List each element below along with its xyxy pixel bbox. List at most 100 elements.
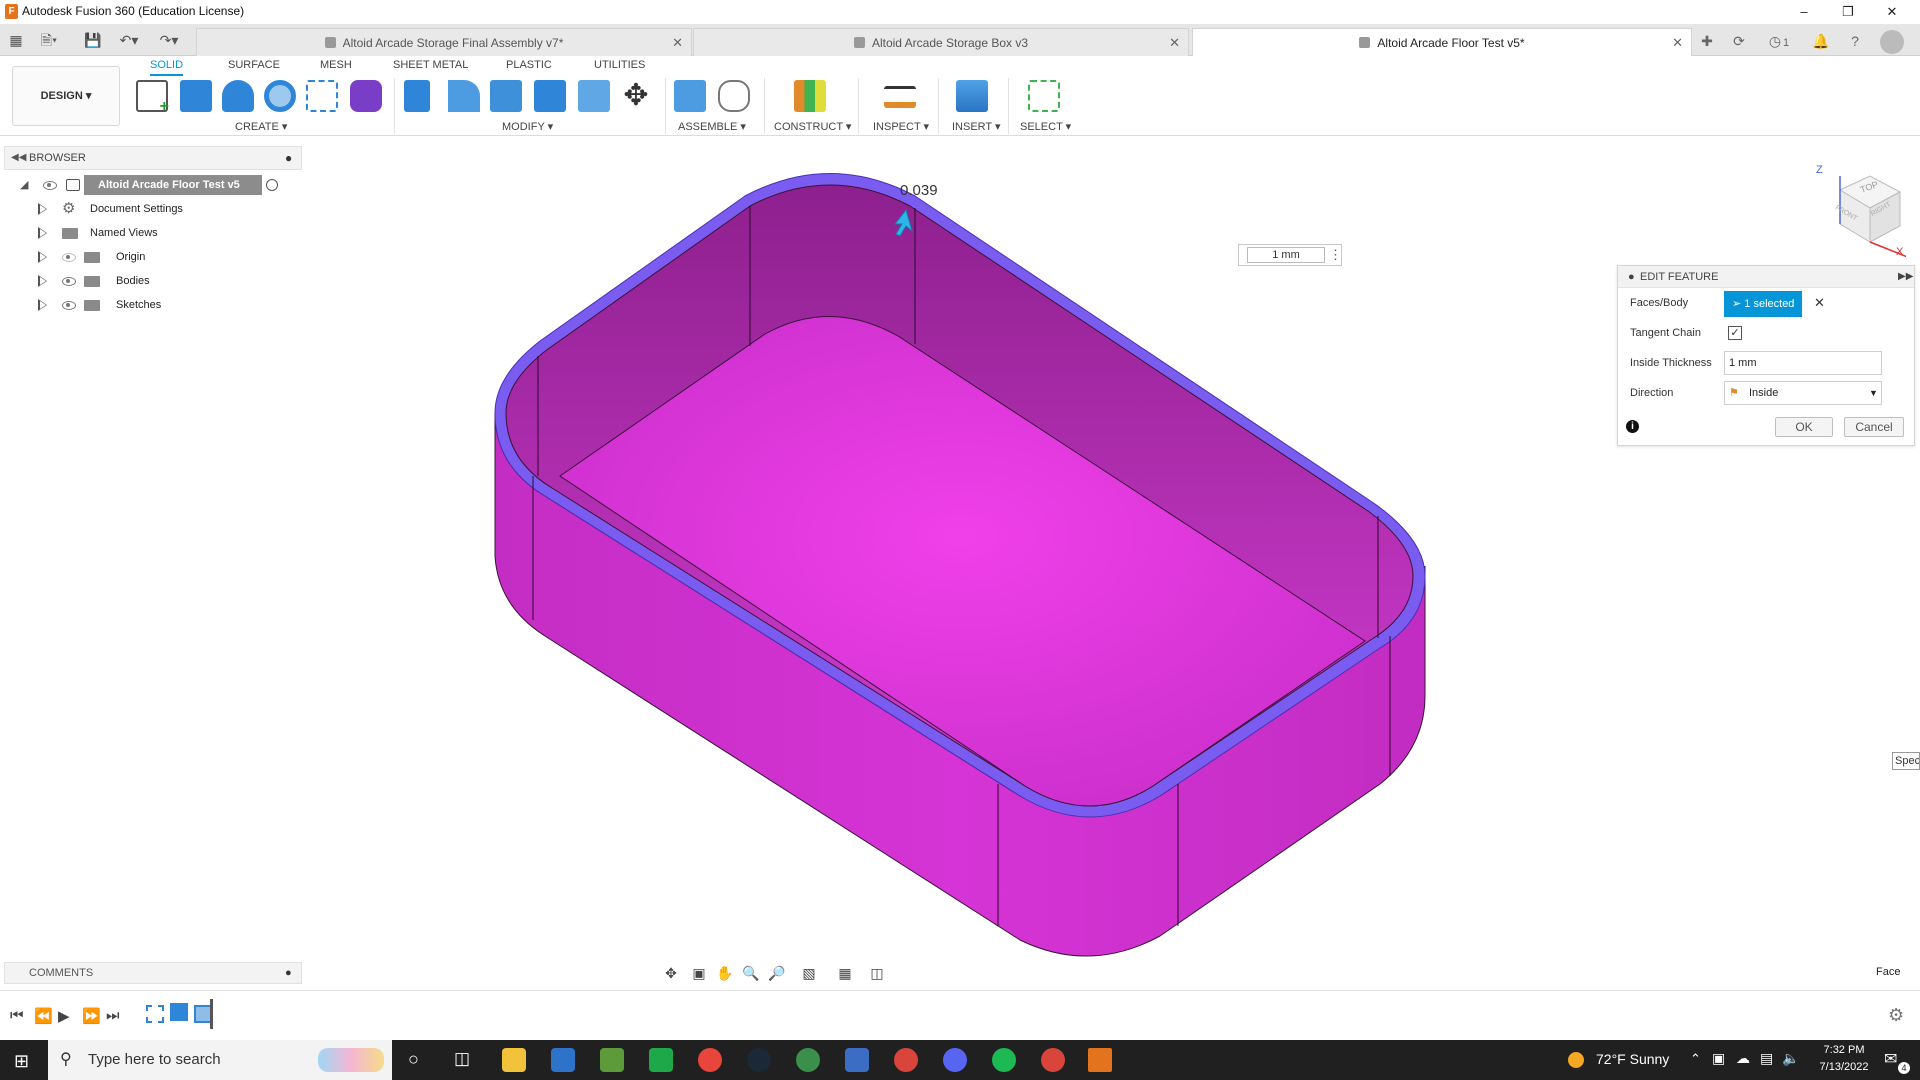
- tab-surface[interactable]: SURFACE: [228, 59, 280, 71]
- tab-plastic[interactable]: PLASTIC: [506, 59, 552, 71]
- close-tab-icon[interactable]: ✕: [1672, 29, 1683, 57]
- close-tab-icon[interactable]: ✕: [1169, 29, 1180, 57]
- microsoft-store-icon[interactable]: [551, 1048, 575, 1072]
- fillet-icon[interactable]: [448, 80, 480, 112]
- windows-start-icon[interactable]: ⊞: [14, 1052, 32, 1070]
- group-select[interactable]: SELECT ▾: [1020, 120, 1071, 133]
- timeline-extrude-icon[interactable]: [170, 1003, 188, 1021]
- undo-icon[interactable]: ↶▾: [118, 30, 140, 50]
- viewports-icon[interactable]: ◫: [866, 962, 888, 984]
- go-to-end-icon[interactable]: ⏭: [106, 1007, 120, 1024]
- create-sketch-icon[interactable]: +: [136, 80, 169, 115]
- cortana-icon[interactable]: ○: [408, 1049, 419, 1070]
- timeline-marker[interactable]: [210, 999, 213, 1029]
- group-construct[interactable]: CONSTRUCT ▾: [774, 120, 851, 133]
- tray-chevron-icon[interactable]: ⌃: [1690, 1051, 1701, 1067]
- user-avatar[interactable]: [1880, 30, 1904, 54]
- taskbar-search-box[interactable]: ⚲ Type here to search: [48, 1040, 392, 1080]
- clock-date[interactable]: 7/13/2022: [1810, 1061, 1878, 1073]
- group-inspect[interactable]: INSPECT ▾: [873, 120, 929, 133]
- tab-solid[interactable]: SOLID: [150, 59, 184, 76]
- minimize-button[interactable]: –: [1792, 2, 1816, 22]
- network-icon[interactable]: ▤: [1760, 1050, 1773, 1067]
- help-icon[interactable]: ?: [1844, 30, 1866, 52]
- tray-app2-icon[interactable]: ☁: [1736, 1050, 1750, 1067]
- create-form-icon[interactable]: [350, 80, 382, 112]
- workspace-switcher[interactable]: DESIGN ▾: [12, 66, 120, 126]
- step-forward-icon[interactable]: ⏩: [82, 1007, 101, 1025]
- file-menu-icon[interactable]: 🗎▾: [38, 30, 60, 50]
- step-back-icon[interactable]: ⏪: [34, 1007, 53, 1025]
- move-copy-icon[interactable]: ✥: [620, 80, 652, 112]
- inline-thickness-input[interactable]: 1 mm: [1247, 247, 1325, 263]
- steam-icon[interactable]: [747, 1048, 771, 1072]
- shell-icon[interactable]: [490, 80, 522, 112]
- measure-icon[interactable]: [884, 86, 916, 108]
- grid-settings-icon[interactable]: ▦: [834, 962, 856, 984]
- go-to-start-icon[interactable]: ⏮: [10, 1007, 24, 1024]
- tangent-chain-checkbox[interactable]: ✓: [1728, 326, 1742, 340]
- redo-icon[interactable]: ↷▾: [158, 30, 180, 50]
- tab-mesh[interactable]: MESH: [320, 59, 352, 71]
- tray-app-icon[interactable]: ▣: [1712, 1050, 1725, 1067]
- timeline-settings-gear-icon[interactable]: ⚙: [1888, 1005, 1904, 1026]
- expand-dialog-icon[interactable]: ▶▶: [1898, 266, 1913, 288]
- ok-button[interactable]: OK: [1775, 417, 1833, 437]
- spotify-icon[interactable]: [992, 1048, 1016, 1072]
- dialog-header[interactable]: ● EDIT FEATURE ▶▶: [1618, 266, 1914, 288]
- insert-image-icon[interactable]: [956, 80, 988, 112]
- look-at-icon[interactable]: ▣: [688, 962, 710, 984]
- notification-center-icon[interactable]: ✉: [1884, 1049, 1897, 1069]
- cancel-button[interactable]: Cancel: [1844, 417, 1904, 437]
- display-settings-icon[interactable]: ▧: [798, 962, 820, 984]
- info-icon[interactable]: i: [1626, 420, 1639, 433]
- close-window-button[interactable]: ✕: [1880, 2, 1904, 22]
- faces-selection-button[interactable]: ➢ 1 selected: [1724, 291, 1802, 317]
- canvas-viewport[interactable]: [0, 136, 1920, 962]
- view-cube-graphic[interactable]: [1810, 162, 1911, 259]
- restore-button[interactable]: ❐: [1836, 2, 1860, 22]
- clear-selection-icon[interactable]: ✕: [1814, 295, 1825, 311]
- press-pull-icon[interactable]: [404, 80, 430, 112]
- chrome-profile-icon[interactable]: [894, 1048, 918, 1072]
- dialog-pin-icon[interactable]: ●: [1628, 266, 1635, 288]
- orbit-icon[interactable]: ✥: [660, 962, 682, 984]
- hole-icon[interactable]: [264, 80, 296, 112]
- volume-icon[interactable]: 🔈: [1782, 1050, 1799, 1067]
- fit-icon[interactable]: 🔎: [766, 962, 788, 984]
- close-tab-icon[interactable]: ✕: [672, 29, 683, 57]
- extensions-icon[interactable]: ⟳: [1728, 30, 1750, 52]
- clock-time[interactable]: 7:32 PM: [1810, 1044, 1878, 1056]
- zoom-icon[interactable]: 🔍: [740, 962, 762, 984]
- save-icon[interactable]: 💾: [82, 30, 104, 50]
- chrome-icon[interactable]: [698, 1048, 722, 1072]
- fusion-taskbar-icon[interactable]: [1088, 1048, 1112, 1072]
- group-modify[interactable]: MODIFY ▾: [502, 120, 553, 133]
- split-body-icon[interactable]: [578, 80, 610, 112]
- chrome-alt-icon[interactable]: [1041, 1048, 1065, 1072]
- offset-plane-icon[interactable]: [794, 80, 826, 112]
- play-icon[interactable]: ▶: [58, 1007, 70, 1025]
- comments-panel[interactable]: COMMENTS ●: [4, 962, 302, 984]
- notifications-bell-icon[interactable]: 🔔: [1810, 30, 1832, 52]
- new-component-icon[interactable]: [674, 80, 706, 112]
- task-view-icon[interactable]: ◫: [454, 1049, 470, 1069]
- tab-utilities[interactable]: UTILITIES: [594, 59, 645, 71]
- sheets-app-icon[interactable]: [649, 1048, 673, 1072]
- apps-grid-icon[interactable]: ▦: [5, 30, 27, 50]
- timeline-sketch-icon[interactable]: [146, 1005, 164, 1023]
- tab-final-assembly[interactable]: Altoid Arcade Storage Final Assembly v7*…: [196, 28, 692, 56]
- select-icon[interactable]: [1028, 80, 1060, 112]
- globe-app-icon[interactable]: [796, 1048, 820, 1072]
- remote-app-icon[interactable]: [845, 1048, 869, 1072]
- more-options-icon[interactable]: ⋮: [1329, 247, 1342, 263]
- group-assemble[interactable]: ASSEMBLE ▾: [678, 120, 746, 133]
- job-status-icon[interactable]: ◷ 1: [1762, 30, 1796, 52]
- weather-text[interactable]: 72°F Sunny: [1596, 1051, 1669, 1067]
- add-comment-icon[interactable]: ●: [285, 963, 292, 983]
- joint-icon[interactable]: [718, 80, 750, 112]
- combine-icon[interactable]: [534, 80, 566, 112]
- tab-floor-test[interactable]: Altoid Arcade Floor Test v5* ✕: [1192, 28, 1692, 56]
- tab-sheet-metal[interactable]: SHEET METAL: [393, 59, 468, 71]
- new-tab-icon[interactable]: ✚: [1696, 30, 1718, 52]
